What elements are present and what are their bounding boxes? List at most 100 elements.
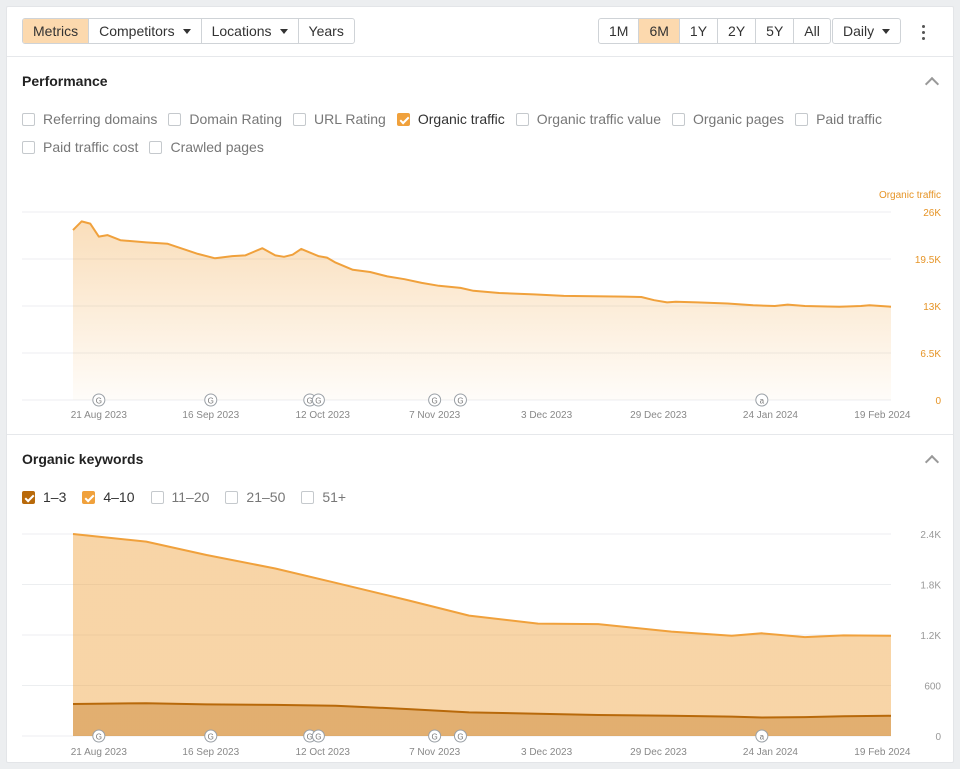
x-tick-label: 16 Sep 2023 — [182, 747, 239, 757]
checkbox-checked-icon[interactable] — [82, 490, 96, 504]
checkbox-icon[interactable] — [22, 112, 35, 126]
position-21-50[interactable]: 21–50 — [225, 489, 285, 505]
metric-organic-traffic[interactable]: Organic traffic — [396, 111, 505, 127]
metric-checkboxes-row-2: Paid traffic cost Crawled pages — [22, 139, 275, 155]
metric-organic-traffic-value[interactable]: Organic traffic value — [515, 111, 661, 127]
algorithm-note-marker[interactable]: a — [755, 729, 769, 743]
algorithm-note-marker[interactable]: a — [755, 393, 769, 407]
svg-text:G: G — [432, 397, 438, 406]
more-options-icon[interactable] — [915, 21, 931, 43]
range-all[interactable]: All — [793, 19, 830, 43]
google-update-marker[interactable]: G — [453, 729, 467, 743]
svg-text:a: a — [760, 397, 765, 406]
metric-label: Paid traffic cost — [43, 139, 139, 155]
metric-label: Organic traffic value — [536, 111, 661, 127]
collapse-performance-icon[interactable] — [924, 76, 940, 92]
chevron-down-icon — [182, 28, 191, 34]
position-checkboxes: 1–3 4–10 11–20 21–50 51+ — [22, 489, 362, 505]
checkbox-icon[interactable] — [795, 112, 809, 126]
checkbox-icon[interactable] — [150, 490, 164, 504]
range-1y[interactable]: 1Y — [678, 19, 717, 43]
x-tick-label: 3 Dec 2023 — [521, 410, 573, 421]
metric-label: Crawled pages — [170, 139, 264, 155]
svg-text:G: G — [96, 397, 102, 406]
google-update-marker[interactable]: G — [453, 393, 467, 407]
range-2y[interactable]: 2Y — [717, 19, 755, 43]
svg-text:G: G — [315, 397, 321, 406]
google-update-marker[interactable]: G — [204, 393, 218, 407]
svg-text:G: G — [208, 733, 214, 742]
tab-years[interactable]: Years — [297, 19, 354, 43]
position-label: 21–50 — [246, 489, 286, 505]
section-divider — [7, 434, 953, 435]
checkbox-checked-icon[interactable] — [22, 490, 35, 504]
range-5y[interactable]: 5Y — [755, 19, 793, 43]
tab-metrics[interactable]: Metrics — [23, 19, 89, 43]
checkbox-icon[interactable] — [672, 112, 685, 126]
google-update-marker[interactable]: G — [204, 729, 218, 743]
checkbox-icon[interactable] — [225, 490, 239, 504]
range-label: 1Y — [689, 23, 708, 39]
google-update-marker[interactable]: G — [92, 729, 106, 743]
metric-label: Referring domains — [43, 111, 158, 127]
metric-domain-rating[interactable]: Domain Rating — [168, 111, 282, 127]
interval-dropdown-button[interactable]: Daily — [833, 19, 900, 43]
performance-title: Performance — [22, 73, 108, 89]
range-label: 5Y — [766, 23, 784, 39]
metric-url-rating[interactable]: URL Rating — [293, 111, 386, 127]
x-tick-label: 12 Oct 2023 — [295, 747, 350, 757]
position-label: 1–3 — [43, 489, 67, 505]
range-label: 1M — [609, 23, 629, 39]
google-update-marker[interactable]: G — [311, 393, 325, 407]
checkbox-icon[interactable] — [22, 140, 35, 154]
range-6m[interactable]: 6M — [638, 19, 679, 43]
position-4-10[interactable]: 4–10 — [82, 489, 135, 505]
checkbox-icon[interactable] — [293, 112, 306, 126]
svg-text:G: G — [208, 397, 214, 406]
tab-label: Years — [308, 23, 344, 39]
tab-competitors[interactable]: Competitors — [88, 19, 200, 43]
checkbox-icon[interactable] — [301, 490, 315, 504]
organic-keywords-chart: 2.4K1.8K1.2K6000G G G G G Ga21 Aug 2023 16 Sep… — [22, 530, 941, 757]
position-label: 11–20 — [171, 489, 210, 505]
y-tick-label: 1.2K — [920, 631, 941, 642]
interval-dropdown[interactable]: Daily — [832, 18, 902, 44]
y-tick-label: 2.4K — [920, 530, 941, 541]
tab-locations[interactable]: Locations — [200, 19, 298, 43]
x-tick-label: 24 Jan 2024 — [743, 747, 798, 757]
interval-label: Daily — [843, 23, 875, 39]
checkbox-icon[interactable] — [168, 112, 182, 126]
x-tick-label: 29 Dec 2023 — [630, 410, 687, 421]
metric-label: Domain Rating — [189, 111, 282, 127]
checkbox-icon[interactable] — [149, 140, 163, 154]
position-label: 51+ — [322, 489, 347, 505]
x-tick-label: 21 Aug 2023 — [71, 747, 128, 757]
google-update-marker[interactable]: G — [311, 729, 325, 743]
google-update-marker[interactable]: G — [92, 393, 106, 407]
x-tick-label: 24 Jan 2024 — [743, 410, 798, 421]
checkbox-icon[interactable] — [515, 112, 529, 126]
position-51[interactable]: 51+ — [301, 489, 346, 505]
position-11-20[interactable]: 11–20 — [150, 489, 210, 505]
metric-paid-traffic-cost[interactable]: Paid traffic cost — [22, 139, 138, 155]
series-axis-label: Organic traffic — [879, 190, 941, 201]
checkbox-checked-icon[interactable] — [396, 112, 410, 126]
google-update-marker[interactable]: G — [428, 729, 442, 743]
google-update-marker[interactable]: G — [428, 393, 442, 407]
metrics-tabs: Metrics Competitors Locations Years — [22, 18, 355, 44]
position-1-3[interactable]: 1–3 — [22, 489, 66, 505]
metric-crawled-pages[interactable]: Crawled pages — [149, 139, 264, 155]
tab-label: Metrics — [33, 23, 79, 39]
metric-referring-domains[interactable]: Referring domains — [22, 111, 157, 127]
x-tick-label: 19 Feb 2024 — [854, 410, 911, 421]
tab-label: Competitors — [99, 23, 175, 39]
collapse-keywords-icon[interactable] — [924, 454, 940, 470]
chevron-down-icon — [279, 28, 288, 34]
metric-paid-traffic[interactable]: Paid traffic — [795, 111, 882, 127]
metric-checkboxes-row-1: Referring domains Domain Rating URL Rating… — [22, 111, 893, 127]
range-1m[interactable]: 1M — [599, 19, 638, 43]
metric-label: Paid traffic — [816, 111, 882, 127]
chevron-down-icon — [882, 28, 891, 34]
metric-label: Organic pages — [693, 111, 785, 127]
metric-organic-pages[interactable]: Organic pages — [672, 111, 784, 127]
